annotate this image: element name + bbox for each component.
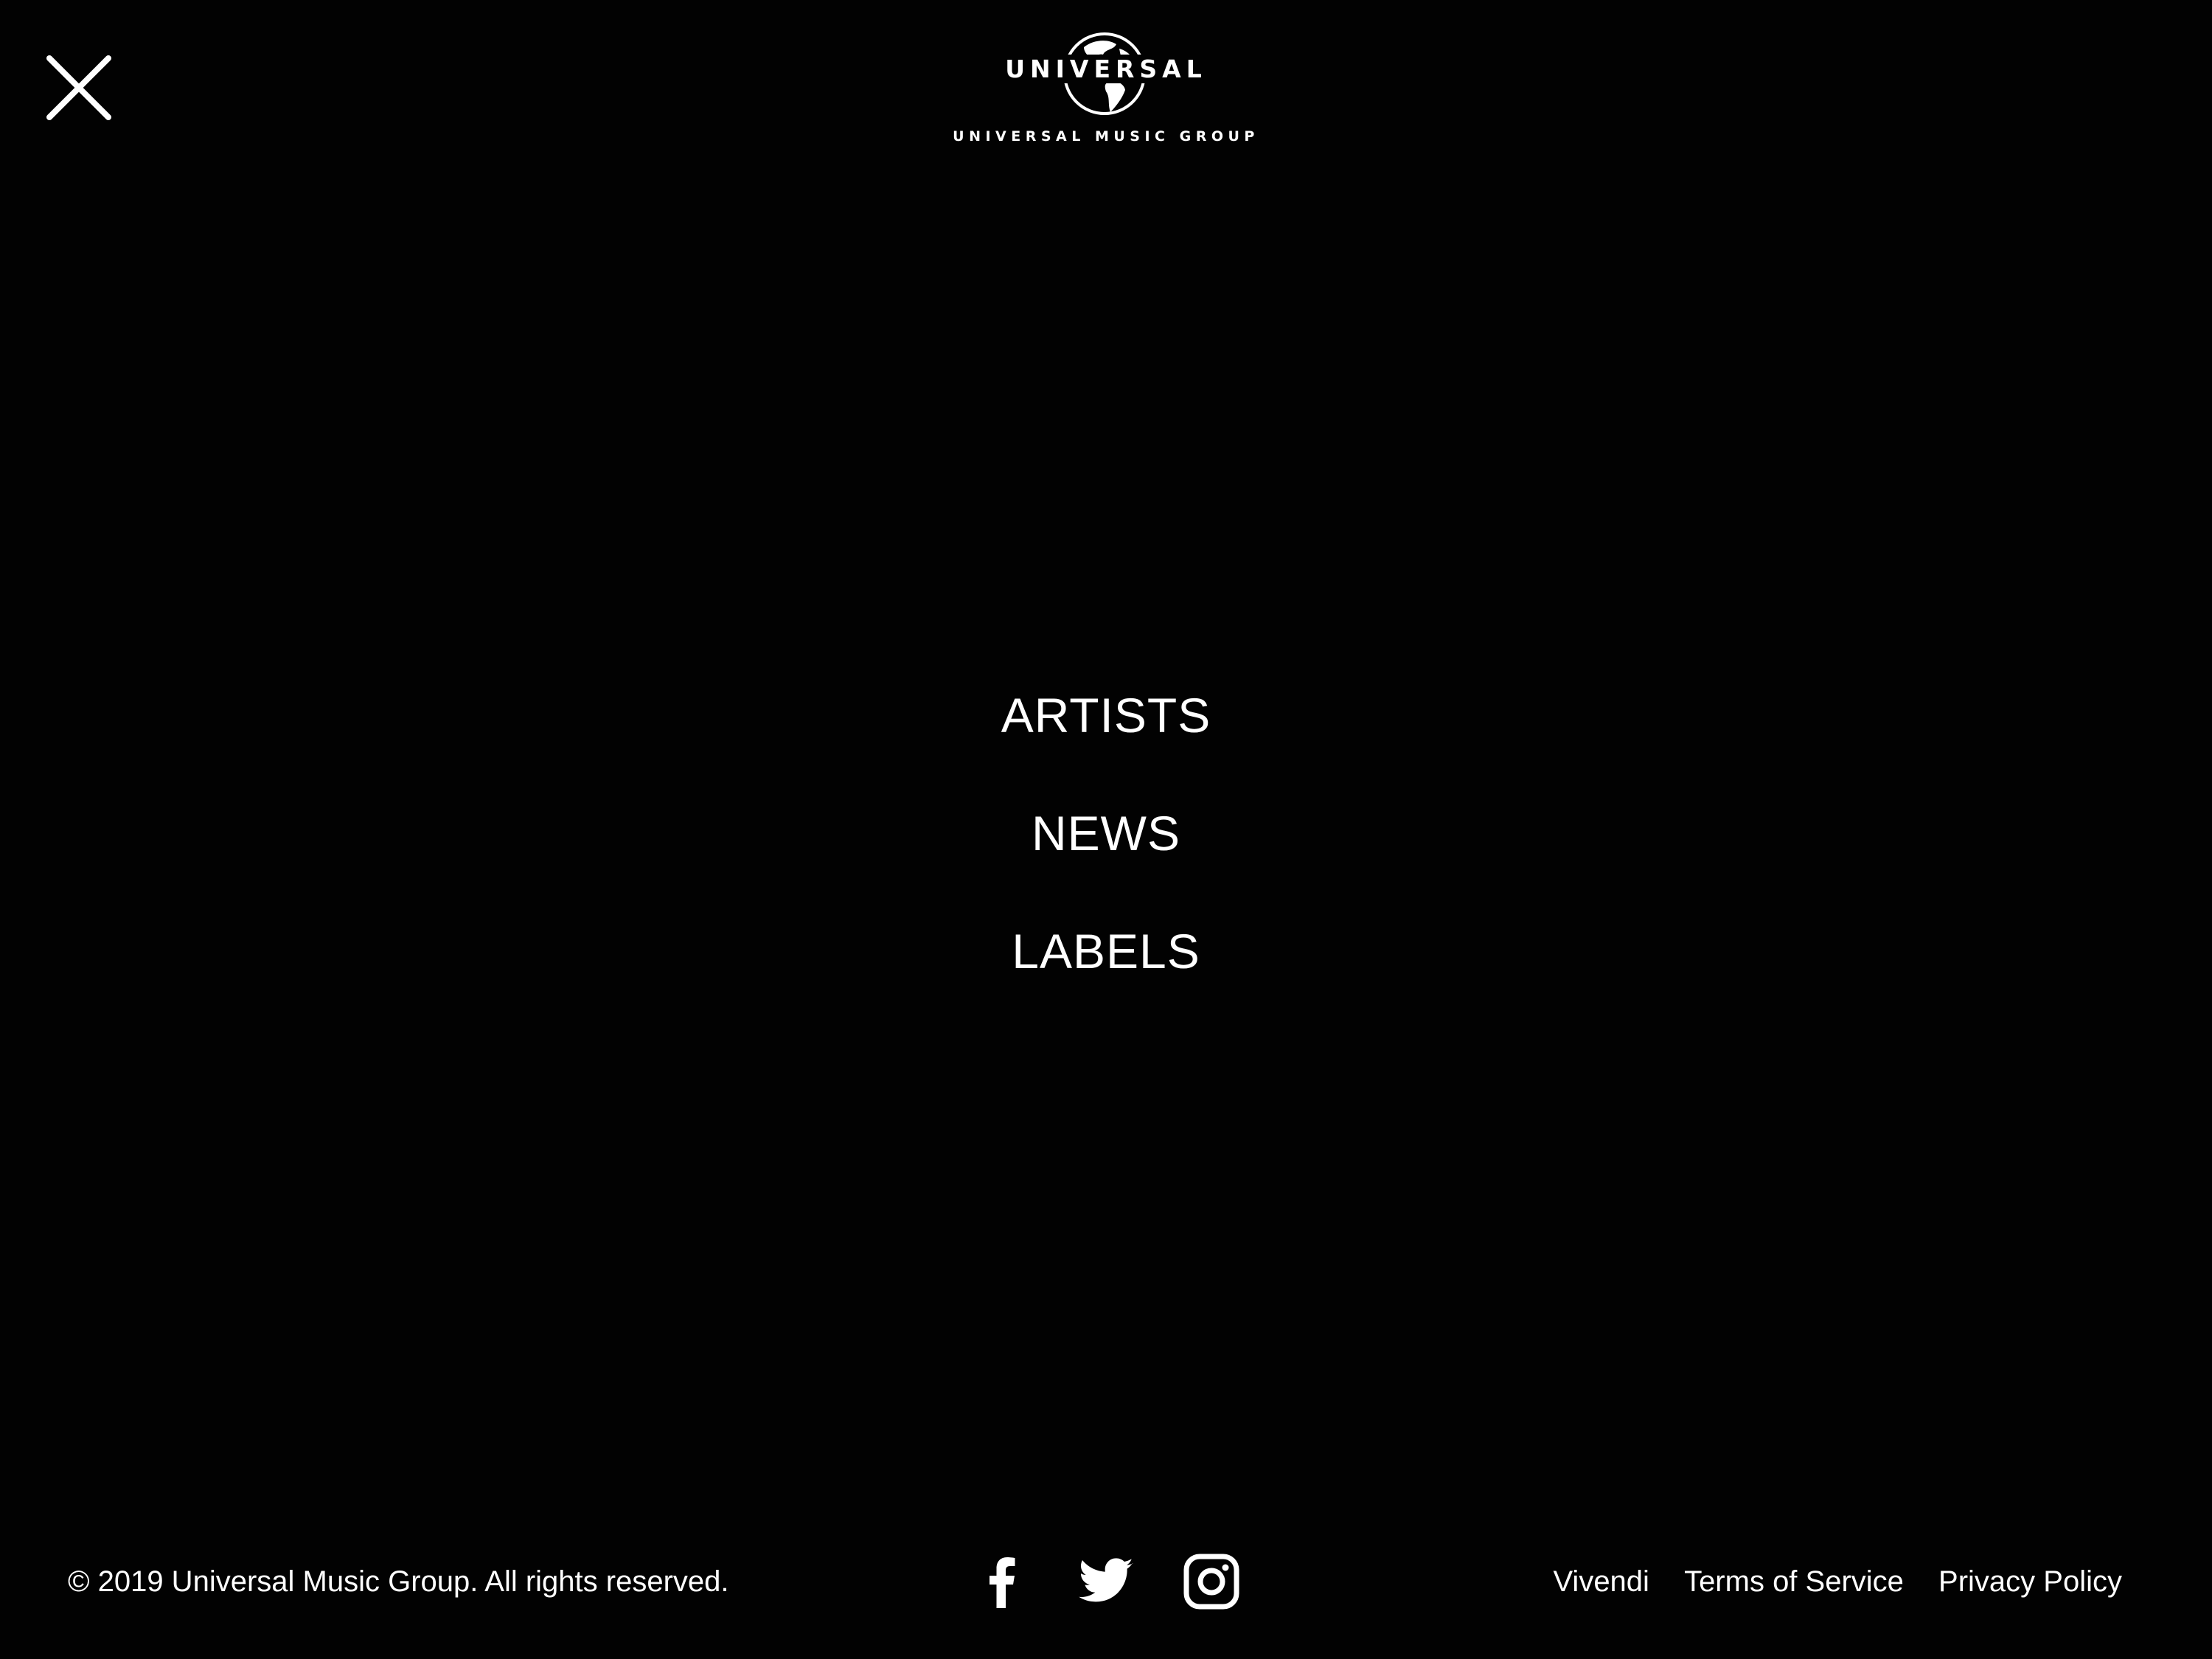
legal-links: Vivendi Terms of Service Privacy Policy [1526, 1548, 2122, 1615]
menu-item-label: LABELS [1012, 924, 1200, 978]
logo-mark: UNIVERSAL [944, 29, 1268, 118]
vivendi-link[interactable]: Vivendi [1553, 1565, 1649, 1598]
logo-wordmark: UNIVERSAL [944, 55, 1268, 84]
menu-item-label: ARTISTS [1001, 688, 1211, 742]
footer: © 2019 Universal Music Group. All rights… [0, 1548, 2212, 1615]
logo-subline: UNIVERSAL MUSIC GROUP [953, 128, 1259, 145]
terms-of-service-link[interactable]: Terms of Service [1684, 1565, 1904, 1598]
main-menu: ARTISTS NEWS LABELS [0, 678, 2212, 1032]
privacy-policy-link[interactable]: Privacy Policy [1938, 1565, 2122, 1598]
twitter-link[interactable] [1077, 1552, 1135, 1611]
facebook-link[interactable] [973, 1552, 1032, 1611]
close-icon [46, 55, 111, 120]
menu-item-news[interactable]: NEWS [0, 796, 2212, 914]
instagram-link[interactable] [1182, 1552, 1241, 1611]
copyright-text: © 2019 Universal Music Group. All rights… [68, 1565, 729, 1598]
facebook-icon [990, 1557, 1015, 1608]
close-menu-button[interactable] [42, 51, 116, 125]
social-links [973, 1548, 1246, 1615]
universal-music-group-logo[interactable]: UNIVERSAL UNIVERSAL MUSIC GROUP [944, 29, 1268, 155]
menu-item-labels[interactable]: LABELS [0, 914, 2212, 1032]
menu-item-label: NEWS [1032, 806, 1180, 860]
menu-item-artists[interactable]: ARTISTS [0, 678, 2212, 796]
twitter-icon [1079, 1558, 1133, 1602]
instagram-icon [1183, 1554, 1239, 1610]
